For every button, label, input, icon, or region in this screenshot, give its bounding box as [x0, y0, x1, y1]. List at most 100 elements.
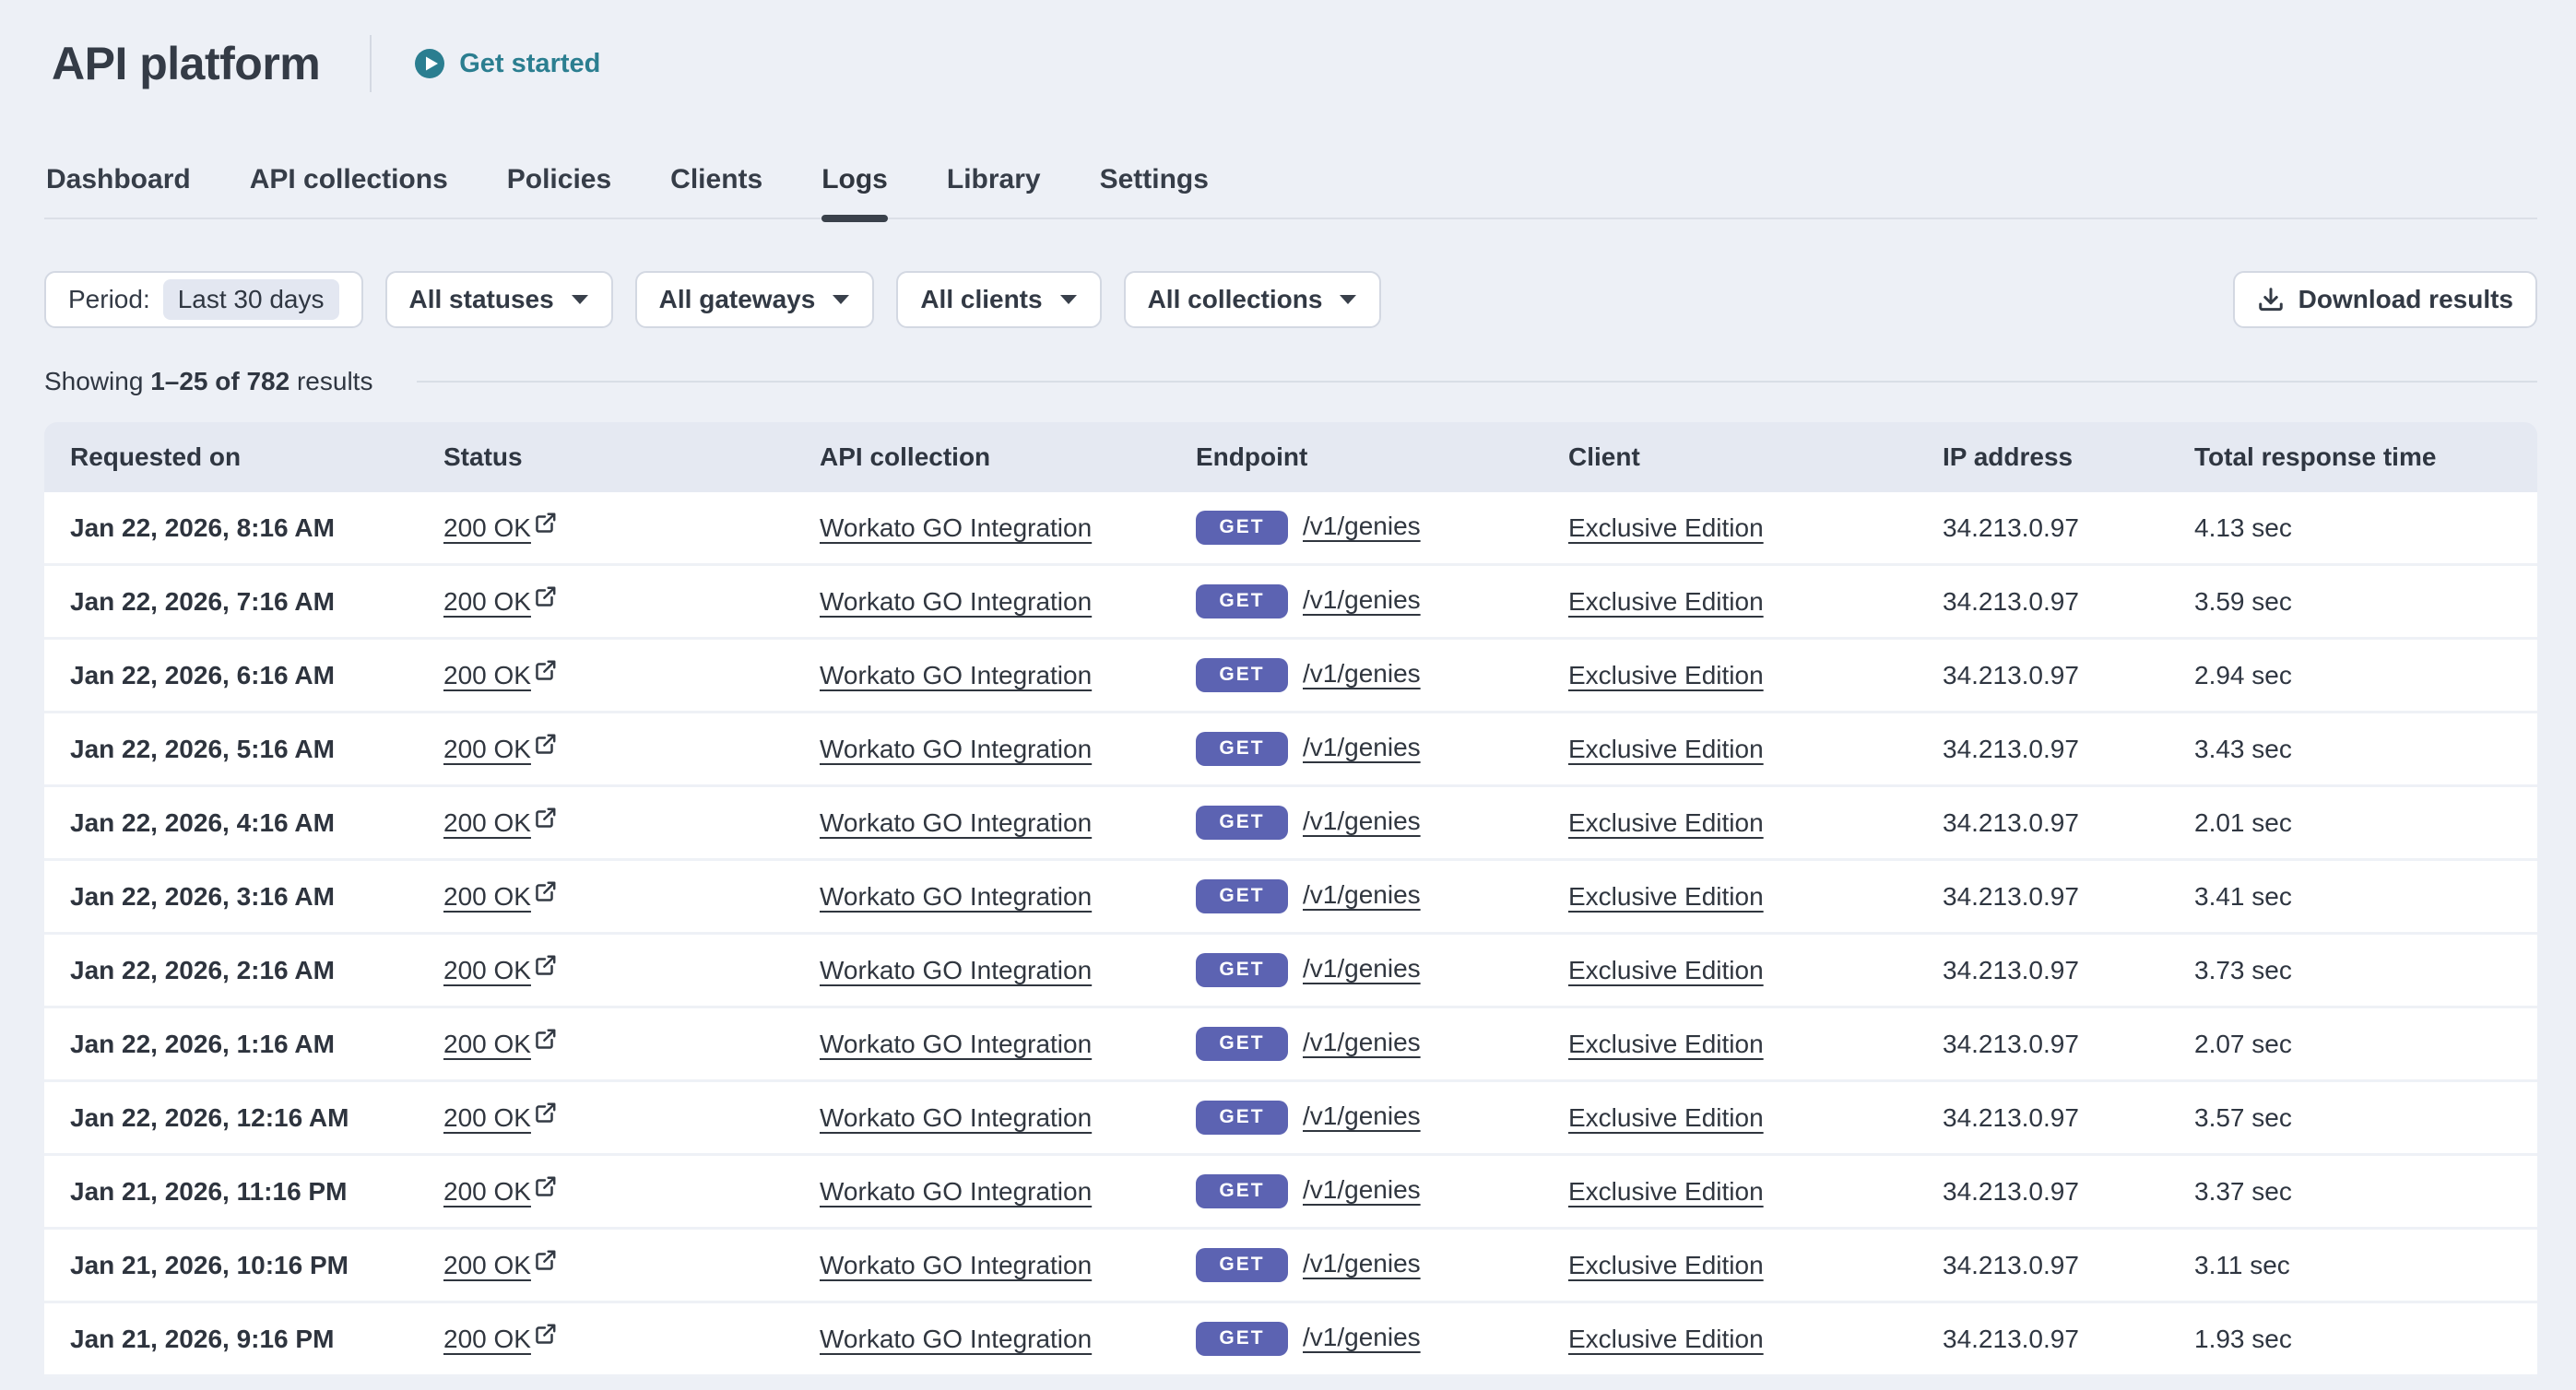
status-link[interactable]: 200 OK — [443, 735, 531, 763]
api-collection-link[interactable]: Workato GO Integration — [820, 956, 1092, 984]
endpoint-link[interactable]: /v1/genies — [1303, 1249, 1421, 1278]
endpoint-link[interactable]: /v1/genies — [1303, 1028, 1421, 1056]
client-link[interactable]: Exclusive Edition — [1568, 1030, 1764, 1058]
logs-table-body: Jan 22, 2026, 8:16 AM 200 OK Workato GO … — [44, 492, 2537, 1377]
status-cell: 200 OK — [418, 1008, 794, 1082]
endpoint-cell: GET/v1/genies — [1170, 713, 1542, 787]
log-row: Jan 22, 2026, 4:16 AM 200 OK Workato GO … — [44, 787, 2537, 861]
status-link[interactable]: 200 OK — [443, 587, 531, 616]
method-badge: GET — [1196, 879, 1288, 913]
status-cell: 200 OK — [418, 935, 794, 1008]
api-platform-page: API platform Get started Dashboard API c… — [0, 0, 2576, 1377]
status-code: 200 OK — [443, 882, 531, 911]
ip-address-cell: 34.213.0.97 — [1917, 1303, 2168, 1377]
endpoint-link[interactable]: /v1/genies — [1303, 807, 1421, 835]
api-collection-cell: Workato GO Integration — [794, 1303, 1170, 1377]
tab-api-collections[interactable]: API collections — [250, 164, 448, 218]
tab-policies[interactable]: Policies — [507, 164, 611, 218]
column-header-client: Client — [1542, 422, 1917, 492]
endpoint-link[interactable]: /v1/genies — [1303, 1323, 1421, 1351]
status-link[interactable]: 200 OK — [443, 1177, 531, 1206]
api-collection-link[interactable]: Workato GO Integration — [820, 1177, 1092, 1206]
client-link[interactable]: Exclusive Edition — [1568, 513, 1764, 542]
api-collection-link[interactable]: Workato GO Integration — [820, 1251, 1092, 1279]
api-collection-link[interactable]: Workato GO Integration — [820, 513, 1092, 542]
filter-dropdown-all-statuses[interactable]: All statuses — [385, 271, 613, 328]
filter-dropdown-all-collections[interactable]: All collections — [1124, 271, 1382, 328]
download-results-button[interactable]: Download results — [2233, 271, 2537, 328]
client-link[interactable]: Exclusive Edition — [1568, 661, 1764, 689]
status-cell: 200 OK — [418, 1082, 794, 1156]
external-link-icon — [534, 1248, 558, 1272]
api-collection-link[interactable]: Workato GO Integration — [820, 1103, 1092, 1132]
client-link[interactable]: Exclusive Edition — [1568, 882, 1764, 911]
status-link[interactable]: 200 OK — [443, 1251, 531, 1279]
status-link[interactable]: 200 OK — [443, 882, 531, 911]
response-time-cell: 2.07 sec — [2168, 1008, 2537, 1082]
endpoint-link[interactable]: /v1/genies — [1303, 585, 1421, 614]
tab-label: Logs — [821, 164, 888, 194]
endpoint-link[interactable]: /v1/genies — [1303, 880, 1421, 909]
endpoint-link[interactable]: /v1/genies — [1303, 954, 1421, 983]
tab-library[interactable]: Library — [947, 164, 1041, 218]
tab-bar: Dashboard API collections Policies Clien… — [44, 164, 2537, 219]
external-link-icon — [534, 806, 558, 830]
filter-dropdown-all-gateways[interactable]: All gateways — [635, 271, 875, 328]
method-badge: GET — [1196, 1101, 1288, 1135]
client-link[interactable]: Exclusive Edition — [1568, 1325, 1764, 1353]
status-link[interactable]: 200 OK — [443, 661, 531, 689]
api-collection-link[interactable]: Workato GO Integration — [820, 587, 1092, 616]
status-cell: 200 OK — [418, 566, 794, 640]
requested-on-cell: Jan 22, 2026, 3:16 AM — [44, 861, 418, 935]
client-link[interactable]: Exclusive Edition — [1568, 735, 1764, 763]
tab-label: API collections — [250, 164, 448, 194]
ip-address-cell: 34.213.0.97 — [1917, 1008, 2168, 1082]
status-link[interactable]: 200 OK — [443, 956, 531, 984]
get-started-link[interactable]: Get started — [414, 48, 600, 79]
tab-settings[interactable]: Settings — [1100, 164, 1209, 218]
requested-on-cell: Jan 22, 2026, 12:16 AM — [44, 1082, 418, 1156]
status-link[interactable]: 200 OK — [443, 1325, 531, 1353]
api-collection-link[interactable]: Workato GO Integration — [820, 882, 1092, 911]
period-filter-button[interactable]: Period: Last 30 days — [44, 271, 363, 328]
status-link[interactable]: 200 OK — [443, 1030, 531, 1058]
external-link-icon — [534, 511, 558, 535]
method-badge: GET — [1196, 732, 1288, 766]
client-link[interactable]: Exclusive Edition — [1568, 1177, 1764, 1206]
client-link[interactable]: Exclusive Edition — [1568, 1251, 1764, 1279]
client-link[interactable]: Exclusive Edition — [1568, 956, 1764, 984]
tab-clients[interactable]: Clients — [670, 164, 762, 218]
endpoint-link[interactable]: /v1/genies — [1303, 1101, 1421, 1130]
endpoint-link[interactable]: /v1/genies — [1303, 1175, 1421, 1204]
status-link[interactable]: 200 OK — [443, 513, 531, 542]
api-collection-link[interactable]: Workato GO Integration — [820, 1325, 1092, 1353]
tab-dashboard[interactable]: Dashboard — [46, 164, 191, 218]
client-cell: Exclusive Edition — [1542, 1230, 1917, 1303]
endpoint-link[interactable]: /v1/genies — [1303, 512, 1421, 540]
tab-logs[interactable]: Logs — [821, 164, 888, 218]
client-link[interactable]: Exclusive Edition — [1568, 808, 1764, 837]
api-collection-link[interactable]: Workato GO Integration — [820, 1030, 1092, 1058]
ip-address-cell: 34.213.0.97 — [1917, 861, 2168, 935]
ip-address-cell: 34.213.0.97 — [1917, 1156, 2168, 1230]
endpoint-link[interactable]: /v1/genies — [1303, 733, 1421, 761]
api-collection-link[interactable]: Workato GO Integration — [820, 735, 1092, 763]
client-link[interactable]: Exclusive Edition — [1568, 587, 1764, 616]
api-collection-link[interactable]: Workato GO Integration — [820, 661, 1092, 689]
period-value-chip: Last 30 days — [163, 279, 339, 320]
status-code: 200 OK — [443, 587, 531, 616]
endpoint-link[interactable]: /v1/genies — [1303, 659, 1421, 688]
chevron-down-icon — [832, 294, 850, 305]
status-link[interactable]: 200 OK — [443, 1103, 531, 1132]
api-collection-link[interactable]: Workato GO Integration — [820, 808, 1092, 837]
client-link[interactable]: Exclusive Edition — [1568, 1103, 1764, 1132]
response-time-cell: 3.37 sec — [2168, 1156, 2537, 1230]
header-divider — [370, 35, 372, 92]
status-cell: 200 OK — [418, 492, 794, 566]
status-link[interactable]: 200 OK — [443, 808, 531, 837]
log-row: Jan 22, 2026, 2:16 AM 200 OK Workato GO … — [44, 935, 2537, 1008]
api-collection-cell: Workato GO Integration — [794, 1082, 1170, 1156]
filter-dropdown-all-clients[interactable]: All clients — [896, 271, 1101, 328]
filter-dropdowns: All statuses All gateways All clients Al… — [385, 271, 1382, 328]
method-badge: GET — [1196, 1322, 1288, 1356]
